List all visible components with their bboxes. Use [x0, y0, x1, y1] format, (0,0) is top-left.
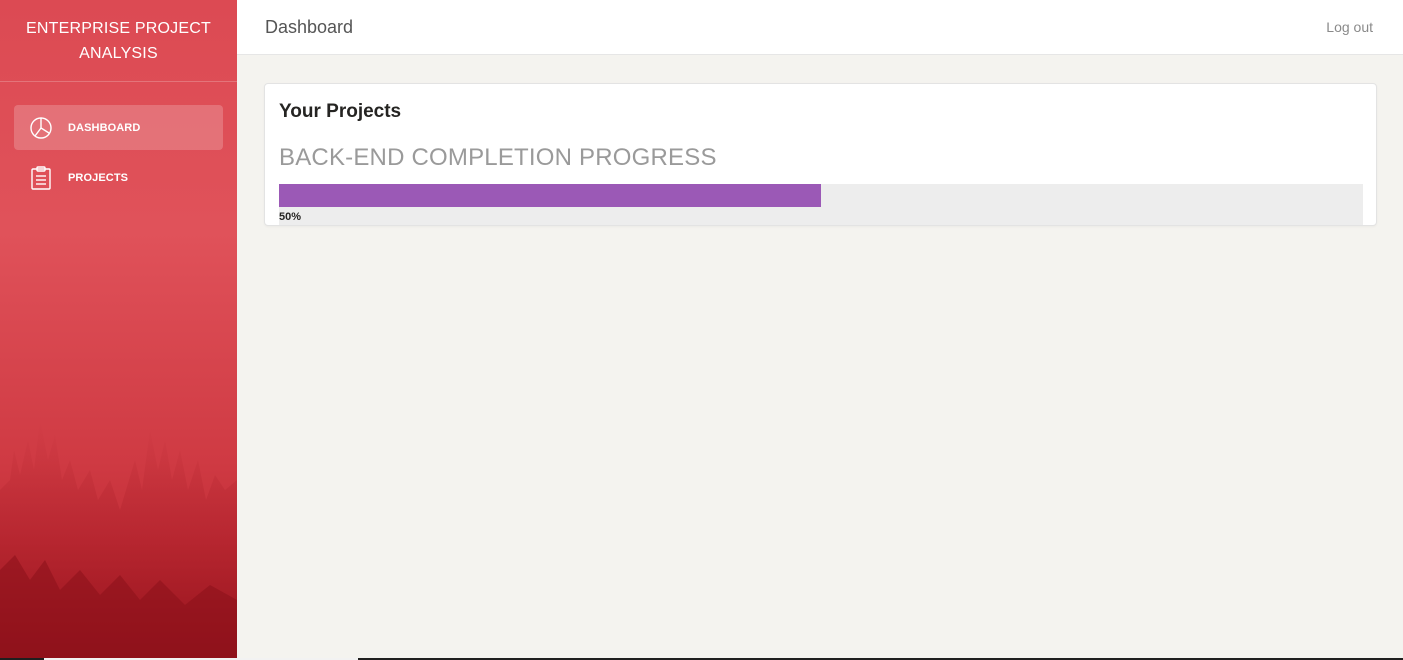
sidebar-item-projects[interactable]: PROJECTS [14, 155, 223, 200]
top-navbar: Dashboard Log out [237, 0, 1403, 55]
pie-chart-icon [28, 115, 54, 141]
forest-background-image [0, 420, 237, 660]
projects-card: Your Projects BACK-END COMPLETION PROGRE… [264, 83, 1377, 226]
progress-percent-label: 50% [279, 211, 302, 223]
page-title: Dashboard [265, 17, 354, 37]
progress-bar-fill [279, 184, 821, 207]
main-content: Your Projects BACK-END COMPLETION PROGRE… [237, 56, 1403, 658]
progress-title: BACK-END COMPLETION PROGRESS [279, 144, 717, 171]
sidebar: ENTERPRISE PROJECT ANALYSIS DASHBOARD PR… [0, 0, 237, 660]
clipboard-icon [28, 165, 54, 191]
sidebar-item-label: PROJECTS [68, 171, 129, 184]
sidebar-item-dashboard[interactable]: DASHBOARD [14, 105, 223, 150]
logout-link[interactable]: Log out [1326, 19, 1373, 35]
card-title: Your Projects [279, 101, 402, 122]
sidebar-nav: DASHBOARD PROJECTS [0, 82, 237, 200]
app-brand[interactable]: ENTERPRISE PROJECT ANALYSIS [0, 0, 237, 82]
progress-bar: 50% [279, 184, 1363, 225]
sidebar-item-label: DASHBOARD [68, 121, 141, 134]
